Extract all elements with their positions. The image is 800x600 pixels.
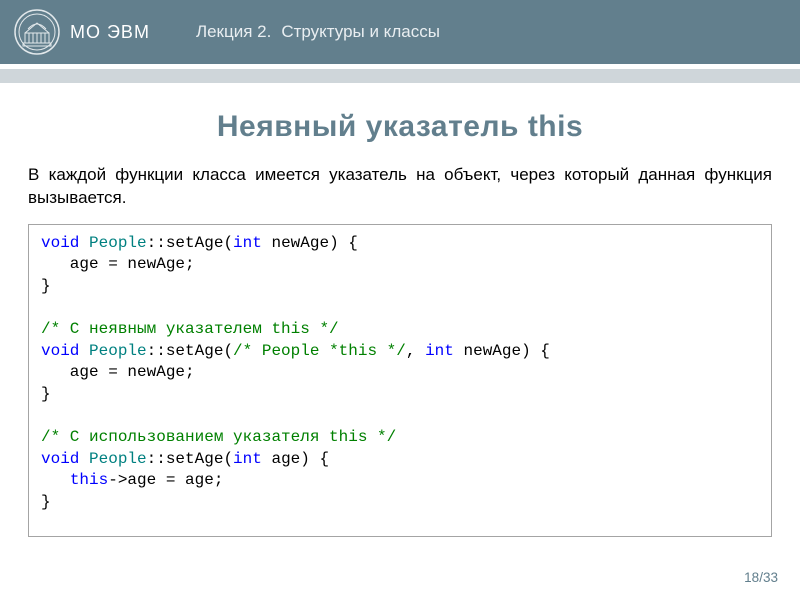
lecture-label: Лекция 2. Структуры и классы bbox=[196, 22, 440, 42]
page-total: 33 bbox=[763, 570, 778, 585]
code-line: age = newAge; bbox=[41, 363, 195, 381]
code-token: ::setAge( bbox=[147, 234, 233, 252]
code-line: } bbox=[41, 385, 51, 403]
code-token: ::setAge( bbox=[147, 450, 233, 468]
lecture-title: Структуры и классы bbox=[281, 22, 440, 41]
code-token: age) { bbox=[262, 450, 329, 468]
code-token: int bbox=[425, 342, 454, 360]
code-token: int bbox=[233, 234, 262, 252]
page-counter: 18/33 bbox=[744, 570, 778, 585]
code-token: this bbox=[70, 471, 108, 489]
slide-intro: В каждой функции класса имеется указател… bbox=[28, 164, 772, 210]
subheader-bar bbox=[0, 69, 800, 83]
code-line: } bbox=[41, 277, 51, 295]
code-token: People bbox=[89, 450, 147, 468]
code-token: People bbox=[89, 342, 147, 360]
code-token: ->age = age; bbox=[108, 471, 223, 489]
page-current: 18 bbox=[744, 570, 759, 585]
slide-body: Неявный указатель this В каждой функции … bbox=[0, 110, 800, 537]
code-token: ::setAge( bbox=[147, 342, 233, 360]
code-token: int bbox=[233, 450, 262, 468]
code-token: newAge) { bbox=[454, 342, 550, 360]
code-token: People bbox=[89, 234, 147, 252]
slide-title: Неявный указатель this bbox=[28, 110, 772, 144]
code-block: void People::setAge(int newAge) { age = … bbox=[28, 224, 772, 537]
code-token: /* People *this */ bbox=[233, 342, 406, 360]
code-comment: /* C использованием указателя this */ bbox=[41, 428, 396, 446]
code-token: void bbox=[41, 450, 89, 468]
logo-area: МО ЭВМ bbox=[14, 9, 150, 55]
university-emblem-icon bbox=[14, 9, 60, 55]
code-comment: /* C неявным указателем this */ bbox=[41, 320, 339, 338]
code-token: newAge) { bbox=[262, 234, 358, 252]
code-token bbox=[41, 471, 70, 489]
header-bar: МО ЭВМ Лекция 2. Структуры и классы bbox=[0, 0, 800, 64]
code-token: , bbox=[406, 342, 425, 360]
code-line: } bbox=[41, 493, 51, 511]
code-token: void bbox=[41, 342, 89, 360]
lecture-number: Лекция 2. bbox=[196, 22, 271, 41]
code-token: void bbox=[41, 234, 89, 252]
org-name: МО ЭВМ bbox=[70, 22, 150, 43]
code-line: age = newAge; bbox=[41, 255, 195, 273]
